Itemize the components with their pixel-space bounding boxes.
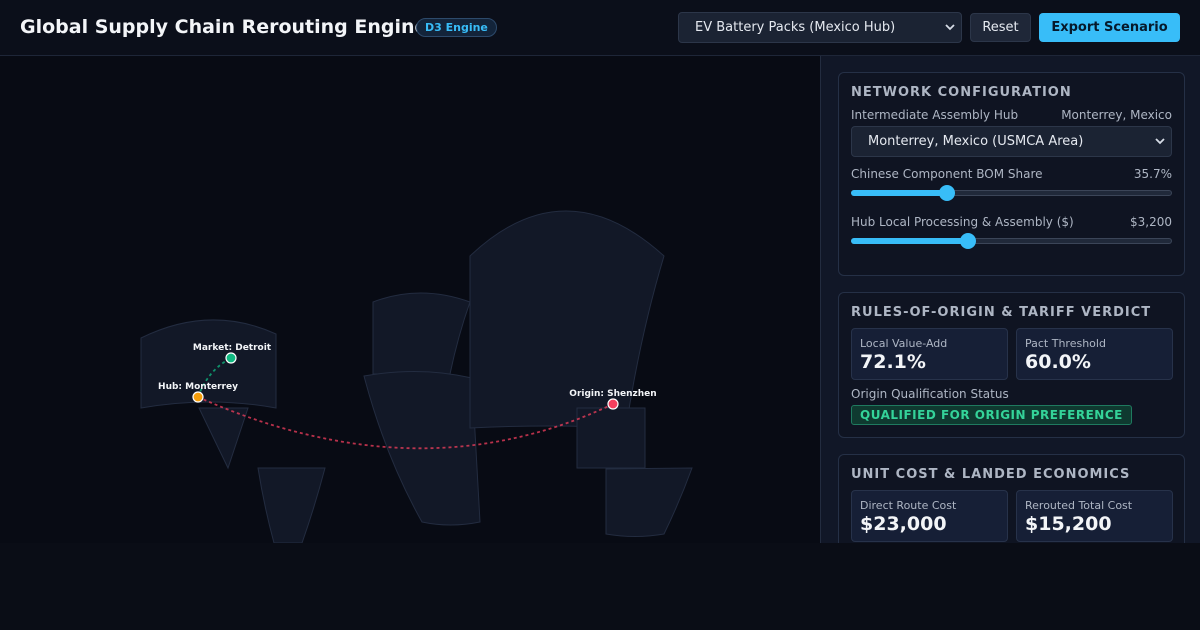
scenario-select-value: EV Battery Packs (Mexico Hub)	[695, 20, 896, 35]
slider-fill	[851, 190, 948, 196]
market-marker	[225, 352, 237, 364]
market-label: Market: Detroit	[193, 343, 272, 353]
origin-label: Origin: Shenzhen	[569, 389, 656, 399]
landed-economics-card: UNIT COST & LANDED ECONOMICS Direct Rout…	[838, 454, 1185, 543]
direct-route-cost-label: Direct Route Cost	[860, 499, 957, 512]
pact-threshold-stat: Pact Threshold 60.0%	[1016, 328, 1173, 380]
network-configuration-title: NETWORK CONFIGURATION	[851, 85, 1072, 100]
slider-thumb[interactable]	[939, 185, 956, 201]
hub-label: Intermediate Assembly Hub	[851, 108, 1019, 122]
origin-marker	[607, 398, 619, 410]
landmass-south-america	[257, 467, 326, 543]
direct-route-cost-stat: Direct Route Cost $23,000	[851, 490, 1008, 542]
chevron-down-icon	[945, 13, 955, 54]
landmass-europe	[372, 292, 471, 375]
processing-cost-value: $3,200	[1130, 215, 1172, 229]
local-value-add-label: Local Value-Add	[860, 337, 948, 350]
local-value-add-value: 72.1%	[860, 351, 926, 373]
hub-select-value: Monterrey, Mexico (USMCA Area)	[868, 134, 1084, 149]
processing-cost-slider[interactable]	[851, 233, 1172, 249]
reset-button[interactable]: Reset	[970, 13, 1031, 42]
network-configuration-card: NETWORK CONFIGURATION Intermediate Assem…	[838, 72, 1185, 276]
landmass-oceania	[605, 467, 693, 537]
top-bar: Global Supply Chain Rerouting Engine D3 …	[0, 0, 1200, 56]
bom-share-label: Chinese Component BOM Share	[851, 167, 1043, 181]
rerouted-total-cost-value: $15,200	[1025, 513, 1112, 535]
rerouted-total-cost-stat: Rerouted Total Cost $15,200	[1016, 490, 1173, 542]
landed-economics-title: UNIT COST & LANDED ECONOMICS	[851, 467, 1131, 482]
landmass-north-america	[140, 319, 277, 409]
hub-select[interactable]: Monterrey, Mexico (USMCA Area)	[851, 126, 1172, 157]
pact-threshold-value: 60.0%	[1025, 351, 1091, 373]
landmass-southeast-asia	[576, 407, 646, 469]
app-title: Global Supply Chain Rerouting Engine	[20, 16, 428, 38]
hub-marker	[192, 391, 204, 403]
bom-share-slider[interactable]	[851, 185, 1172, 201]
export-scenario-button[interactable]: Export Scenario	[1039, 13, 1180, 42]
control-panel[interactable]: NETWORK CONFIGURATION Intermediate Assem…	[820, 56, 1200, 543]
scenario-select[interactable]: EV Battery Packs (Mexico Hub)	[678, 12, 962, 43]
direct-route-cost-value: $23,000	[860, 513, 947, 535]
origin-status-label: Origin Qualification Status	[851, 387, 1009, 401]
slider-fill	[851, 238, 969, 244]
world-map[interactable]: Market: Detroit Hub: Monterrey Origin: S…	[0, 56, 820, 543]
rerouted-total-cost-label: Rerouted Total Cost	[1025, 499, 1133, 512]
local-value-add-stat: Local Value-Add 72.1%	[851, 328, 1008, 380]
chevron-down-icon	[1155, 127, 1165, 168]
processing-cost-label: Hub Local Processing & Assembly ($)	[851, 215, 1074, 229]
tariff-verdict-title: RULES-OF-ORIGIN & TARIFF VERDICT	[851, 305, 1152, 320]
origin-status-badge: QUALIFIED FOR ORIGIN PREFERENCE	[851, 405, 1132, 425]
map-canvas: Market: Detroit Hub: Monterrey Origin: S…	[140, 210, 693, 543]
hub-value: Monterrey, Mexico	[1061, 108, 1172, 122]
engine-badge: D3 Engine	[416, 18, 497, 37]
pact-threshold-label: Pact Threshold	[1025, 337, 1106, 350]
tariff-verdict-card: RULES-OF-ORIGIN & TARIFF VERDICT Local V…	[838, 292, 1185, 438]
landmass-africa	[363, 370, 481, 526]
slider-thumb[interactable]	[960, 233, 977, 249]
bom-share-value: 35.7%	[1133, 167, 1172, 181]
landmass-central-america	[198, 407, 249, 470]
page-footer-area	[0, 543, 1200, 630]
hub-label: Hub: Monterrey	[158, 382, 238, 392]
